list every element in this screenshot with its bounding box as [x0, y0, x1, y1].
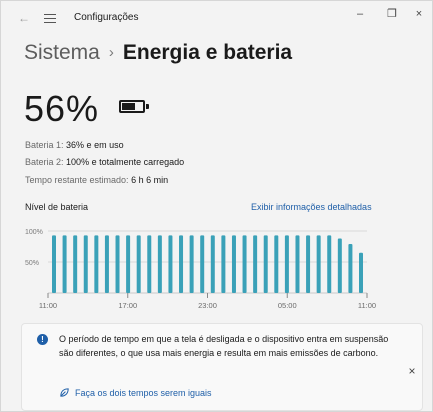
battery-bar	[52, 235, 56, 293]
x-tick-label: 17:00	[118, 301, 137, 310]
battery-2-status: Bateria 2: 100% e totalmente carregado	[25, 157, 184, 167]
title-bar: ← Configurações – ❐ ×	[1, 1, 432, 37]
maximize-button[interactable]: ❐	[380, 5, 404, 23]
battery-bar	[73, 235, 78, 293]
battery-level-chart: 100% 50% 11:00 17:00 23:00 05:00 11:00	[25, 229, 376, 310]
minimize-button[interactable]: –	[348, 5, 372, 23]
match-times-link[interactable]: Faça os dois tempos serem iguais	[59, 387, 212, 398]
battery-bar	[83, 235, 88, 293]
battery-bar	[359, 252, 363, 293]
time-remaining-value: 6 h 6 min	[131, 175, 169, 185]
close-button[interactable]: ×	[407, 5, 431, 23]
battery-bar	[221, 235, 226, 293]
battery-1-status: Bateria 1: 36% e em uso	[25, 140, 124, 150]
info-icon: !	[37, 334, 48, 345]
battery-bar	[284, 235, 289, 293]
arrow-left-icon[interactable]: ←	[15, 9, 33, 27]
battery-bar	[168, 235, 173, 293]
battery-bar	[295, 235, 300, 293]
match-times-label: Faça os dois tempos serem iguais	[75, 388, 212, 398]
battery-bar	[327, 235, 332, 293]
battery-1-label: Bateria 1:	[25, 140, 64, 150]
battery-bar	[157, 235, 162, 293]
notice-text: O período de tempo em que a tela é desli…	[59, 334, 389, 358]
battery-bar	[200, 235, 205, 293]
settings-window: ← Configurações – ❐ × Sistema › Energia e …	[0, 0, 433, 412]
time-remaining: Tempo restante estimado: 6 h 6 min	[25, 175, 168, 185]
chart-title: Nível de bateria	[25, 202, 89, 212]
breadcrumb: Sistema › Energia e bateria	[24, 41, 292, 65]
hamburger-icon[interactable]	[41, 9, 59, 27]
battery-icon	[119, 100, 149, 113]
battery-2-value: 100% e totalmente carregado	[66, 157, 185, 167]
close-icon[interactable]: ×	[405, 364, 419, 378]
y-tick-label: 50%	[25, 260, 39, 267]
breadcrumb-separator-icon: ›	[108, 44, 114, 61]
x-tick-label: 23:00	[198, 301, 217, 310]
battery-bar	[189, 235, 194, 293]
battery-bar	[231, 235, 236, 293]
battery-bar	[348, 244, 353, 293]
battery-bar	[136, 235, 141, 293]
battery-bar	[179, 235, 184, 293]
battery-bar	[94, 235, 99, 293]
window-title: Configurações	[74, 12, 139, 23]
battery-percent: 56%	[24, 88, 100, 129]
battery-bar	[274, 235, 279, 293]
battery-bar	[104, 235, 109, 293]
battery-bar	[306, 235, 311, 293]
battery-bar	[115, 235, 120, 293]
x-tick-label: 11:00	[39, 301, 57, 310]
battery-bar	[147, 235, 152, 293]
battery-bar	[126, 235, 131, 293]
battery-bar	[62, 235, 67, 293]
battery-bar	[337, 238, 342, 293]
leaf-icon	[60, 388, 69, 397]
battery-bar	[316, 235, 321, 293]
page-title: Energia e bateria	[122, 41, 293, 64]
battery-bar	[263, 235, 268, 293]
y-tick-label: 100%	[25, 229, 43, 236]
battery-bar	[242, 235, 247, 293]
battery-bar	[253, 235, 258, 293]
battery-2-label: Bateria 2:	[25, 157, 64, 167]
battery-1-value: 36% e em uso	[66, 140, 124, 150]
x-tick-label: 11:00	[358, 301, 376, 310]
carbon-notice-card: ! O período de tempo em que a tela é des…	[21, 323, 423, 411]
time-remaining-label: Tempo restante estimado:	[25, 175, 129, 185]
battery-bar	[210, 235, 215, 293]
detailed-info-link[interactable]: Exibir informações detalhadas	[251, 202, 372, 212]
breadcrumb-parent[interactable]: Sistema	[24, 41, 100, 64]
x-tick-label: 05:00	[278, 301, 297, 310]
